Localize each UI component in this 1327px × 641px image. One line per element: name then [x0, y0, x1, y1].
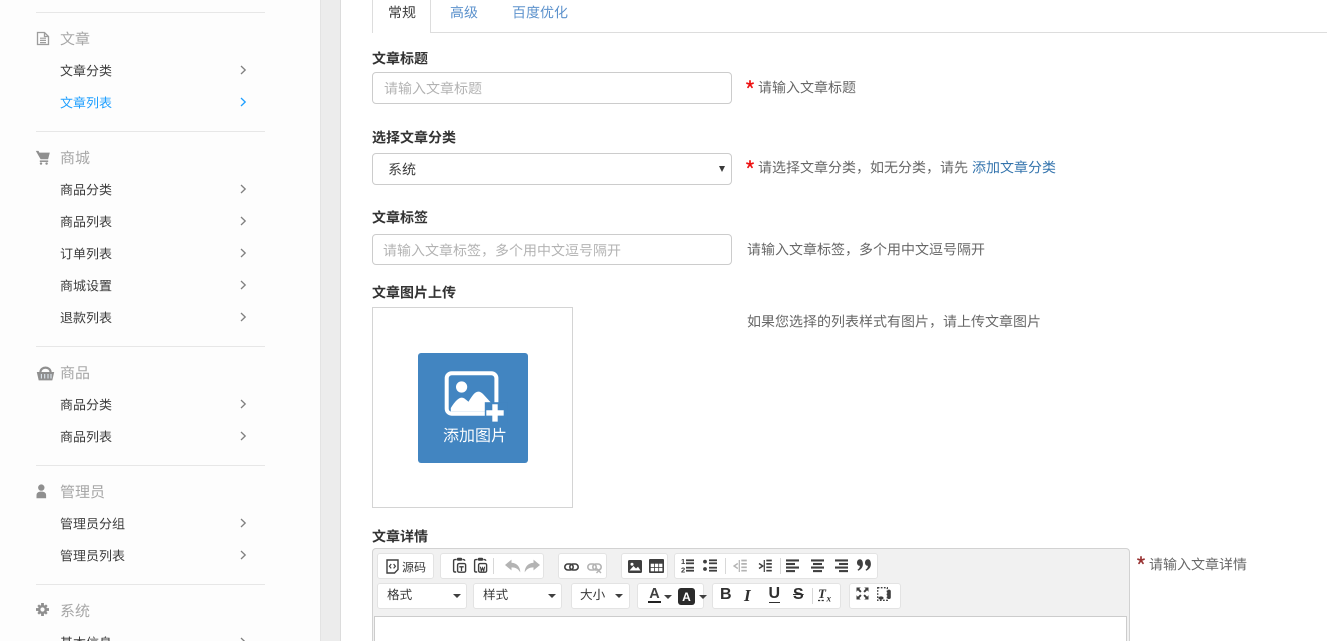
- svg-text:x: x: [826, 594, 832, 604]
- svg-text:A: A: [682, 590, 691, 604]
- svg-text:2: 2: [681, 566, 685, 573]
